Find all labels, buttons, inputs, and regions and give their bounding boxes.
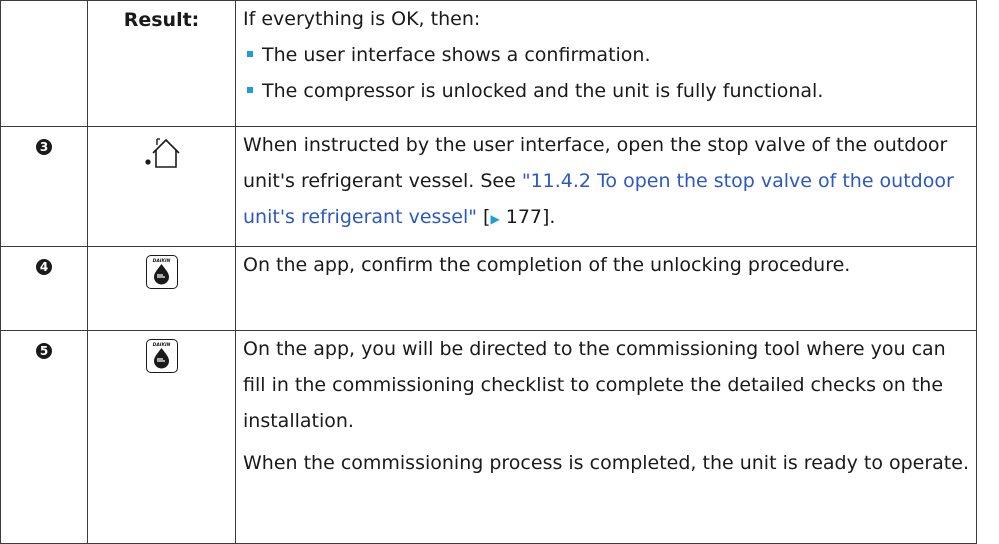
step-text-secondary: When the commissioning process is comple… [243, 452, 969, 474]
step-icon-cell [87, 126, 236, 247]
result-bullet: The compressor is unlocked and the unit … [243, 73, 970, 109]
instruction-table: Result: If everything is OK, then: The u… [0, 0, 977, 544]
step-icon-cell: DAIKIN [87, 246, 236, 331]
step-number-cell: 3 [0, 126, 88, 247]
step-text: On the app, confirm the completion of th… [243, 254, 851, 276]
result-row: Result: If everything is OK, then: The u… [0, 0, 977, 127]
step-row-5: 5 DAIKIN On the app, you will be directe… [0, 330, 977, 544]
daikin-logo-text: DAIKIN [152, 342, 170, 348]
result-bullet-text: The compressor is unlocked and the unit … [262, 80, 824, 102]
step-icon-cell: DAIKIN [87, 330, 236, 544]
daikin-logo-text: DAIKIN [152, 258, 170, 264]
step-row-3: 3 When instructed by the user interface,… [0, 126, 977, 247]
result-content-cell: If everything is OK, then: The user inte… [235, 0, 977, 127]
result-label: Result: [123, 9, 200, 31]
bullet-icon [247, 50, 253, 57]
step-content-cell: When instructed by the user interface, o… [235, 126, 977, 247]
bullet-icon [247, 86, 253, 93]
page-ref-open: [ [477, 206, 491, 228]
result-bullet-text: The user interface shows a confirmation. [262, 44, 651, 66]
result-step-cell [0, 0, 88, 127]
step-row-4: 4 DAIKIN On the app, confirm the complet… [0, 246, 977, 331]
step-number-cell: 4 [0, 246, 88, 331]
step-text: On the app, you will be directed to the … [243, 338, 946, 432]
result-intro: If everything is OK, then: [243, 8, 481, 30]
step-content-cell: On the app, you will be directed to the … [235, 330, 977, 544]
house-icon [142, 135, 182, 181]
step-content-cell: On the app, confirm the completion of th… [235, 246, 977, 331]
step-number-badge: 3 [36, 139, 52, 155]
step-number-badge: 5 [36, 343, 52, 359]
daikin-app-icon: DAIKIN [145, 339, 178, 373]
page-arrow-icon: ▶ [490, 212, 500, 226]
page-ref: 177]. [499, 206, 556, 228]
result-bullet: The user interface shows a confirmation. [243, 37, 970, 73]
step-text: When instructed by the user interface, o… [243, 127, 970, 237]
step-number-cell: 5 [0, 330, 88, 544]
step-number-badge: 4 [36, 259, 52, 275]
daikin-app-icon: DAIKIN [145, 255, 178, 289]
result-label-cell: Result: [87, 0, 236, 127]
